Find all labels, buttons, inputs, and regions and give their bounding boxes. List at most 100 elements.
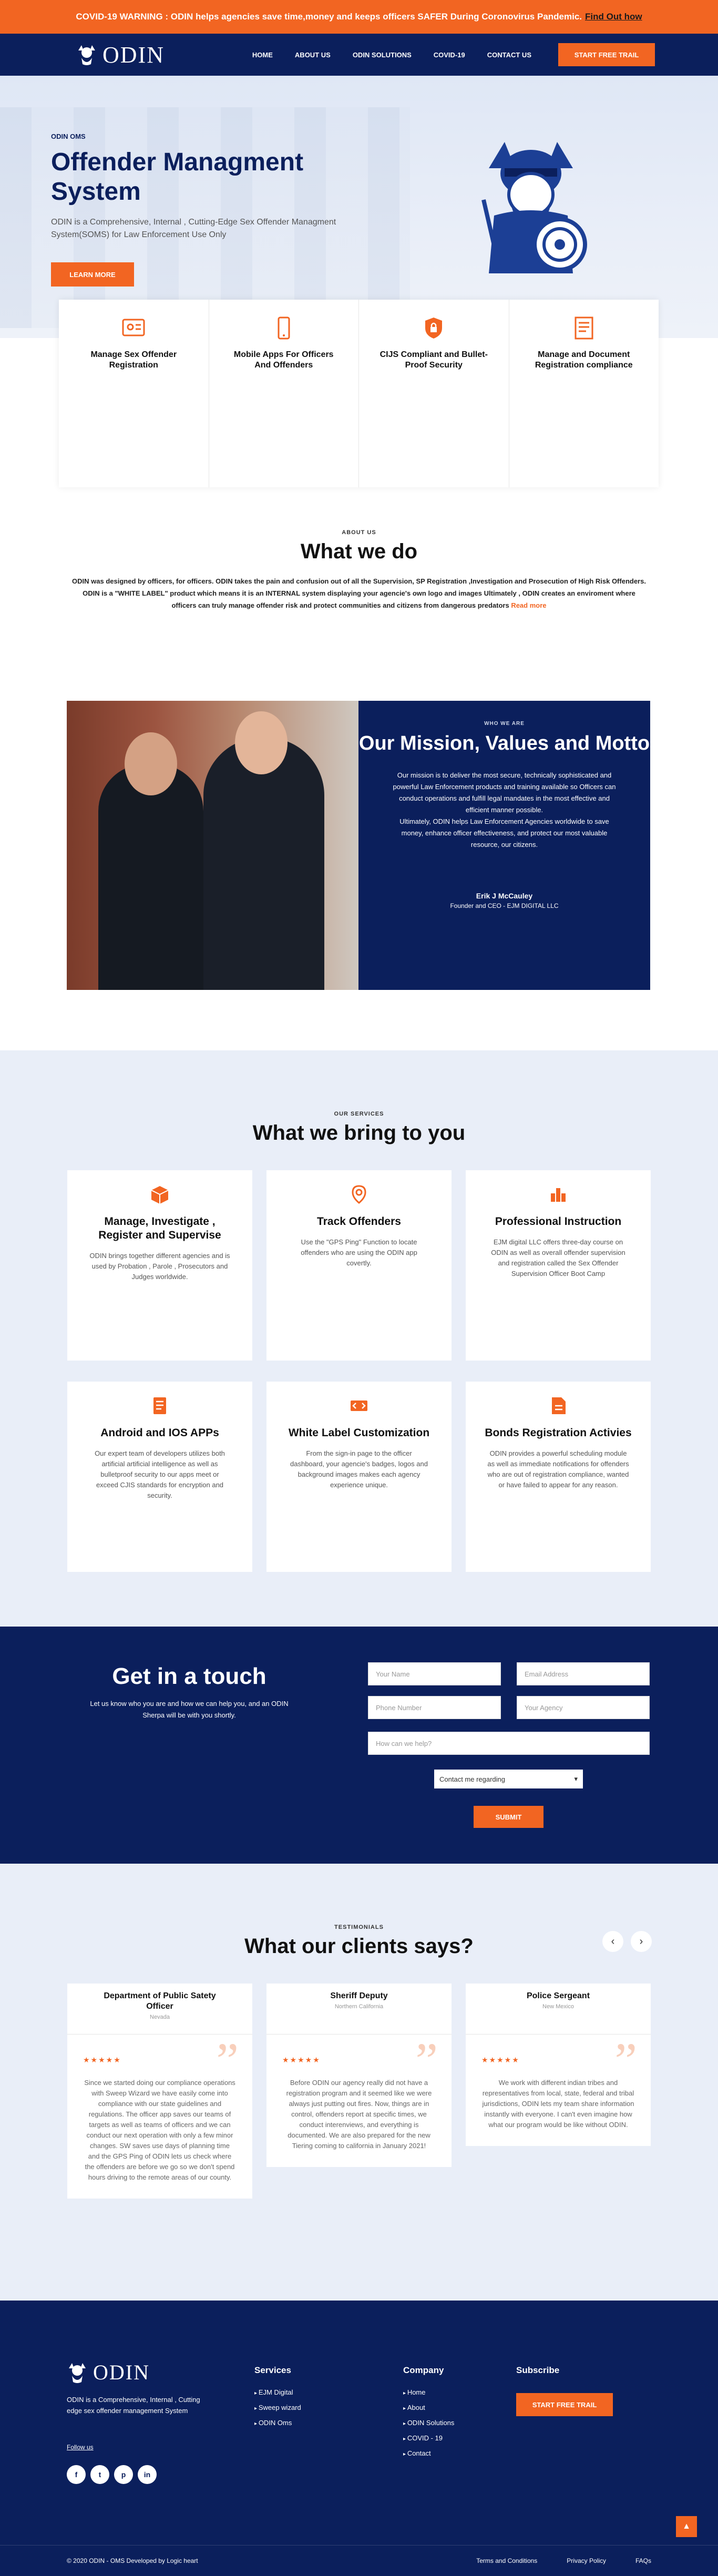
star-rating: ★★★★★ xyxy=(481,2056,520,2064)
service-title: Manage, Investigate , Register and Super… xyxy=(98,1215,221,1241)
contact-title: Get in a touch xyxy=(112,1663,266,1689)
service-card: Professional Instruction EJM digital LLC… xyxy=(466,1170,651,1361)
hero-description: ODIN is a Comprehensive, Internal , Cutt… xyxy=(51,218,336,239)
nav-about-us[interactable]: ABOUT US xyxy=(295,51,331,59)
hero-section: ODIN OMS Offender Managment System ODIN … xyxy=(0,76,718,338)
testimonial-text: Before ODIN our agency really did not ha… xyxy=(286,2079,432,2150)
registration-icon xyxy=(122,319,145,336)
mission-section: WHO WE ARE Our Mission, Values and Motto… xyxy=(67,701,650,990)
about-body: ODIN was designed by officers, for offic… xyxy=(72,577,646,609)
footer-legal-links: Terms and Conditions Privacy Policy FAQs xyxy=(476,2557,651,2564)
footer-logo[interactable]: ODIN xyxy=(67,2360,150,2385)
feature-title: Manage and Document Registration complia… xyxy=(535,350,633,370)
about-section: ABOUT US What we do ODIN was designed by… xyxy=(0,487,718,611)
nav-contact-us[interactable]: CONTACT US xyxy=(487,51,531,59)
chevron-down-icon: ▾ xyxy=(574,1775,578,1783)
footer-logo-text: ODIN xyxy=(93,2360,150,2384)
linkedin-icon[interactable]: in xyxy=(138,2465,157,2484)
submit-button[interactable]: SUBMIT xyxy=(474,1806,543,1828)
contact-reason-value: Contact me regarding xyxy=(439,1775,506,1783)
service-title: White Label Customization xyxy=(288,1427,430,1439)
odin-logo[interactable]: ODIN xyxy=(76,42,165,68)
pinterest-icon[interactable]: p xyxy=(114,2465,133,2484)
testimonial-location: Nevada xyxy=(150,2014,170,2020)
facebook-icon[interactable]: f xyxy=(67,2465,86,2484)
read-more-link[interactable]: Read more xyxy=(511,601,546,609)
security-lock-icon xyxy=(425,318,443,339)
features-strip: Manage Sex Offender Registration Mobile … xyxy=(59,300,659,487)
mobile-icon xyxy=(278,316,290,340)
nav-covid-19[interactable]: COVID-19 xyxy=(434,51,465,59)
start-free-trial-button[interactable]: START FREE TRAIL xyxy=(558,43,655,66)
footer-start-free-trial-button[interactable]: START FREE TRAIL xyxy=(516,2393,613,2416)
footer-services-title: Services xyxy=(254,2365,291,2375)
find-out-how-link[interactable]: Find Out how xyxy=(585,12,642,22)
viking-mascot-icon xyxy=(481,142,587,273)
testimonial-text: We work with different indian tribes and… xyxy=(482,2079,634,2129)
customize-icon xyxy=(351,1401,367,1411)
faqs-link[interactable]: FAQs xyxy=(635,2557,651,2564)
service-card: Track Offenders Use the "GPS Ping" Funct… xyxy=(266,1170,452,1361)
testimonial-location: New Mexico xyxy=(542,2003,574,2010)
footer-description: ODIN is a Comprehensive, Internal , Cutt… xyxy=(67,2396,200,2415)
service-title: Bonds Registration Activies xyxy=(485,1427,632,1439)
service-card: Android and IOS APPs Our expert team of … xyxy=(67,1382,252,1572)
testimonial-role: Police Sergeant xyxy=(526,1991,590,2000)
footer-link[interactable]: ODIN Oms xyxy=(254,2419,301,2427)
mission-role: Founder and CEO - EJM DIGITAL LLC xyxy=(450,902,559,909)
mission-text-1: Our mission is to deliver the most secur… xyxy=(393,771,616,814)
message-field[interactable]: How can we help? xyxy=(368,1732,650,1755)
about-title: What we do xyxy=(300,540,418,563)
service-text: From the sign-in page to the officer das… xyxy=(290,1449,428,1489)
learn-more-button[interactable]: LEARN MORE xyxy=(51,262,134,287)
footer-link[interactable]: Contact xyxy=(403,2449,454,2457)
footer-company-title: Company xyxy=(403,2365,444,2375)
feature-item: Mobile Apps For Officers And Offenders xyxy=(209,300,359,487)
feature-title: Mobile Apps For Officers And Offenders xyxy=(233,350,334,370)
services-grid: Manage, Investigate , Register and Super… xyxy=(67,1170,651,1572)
document-list-icon xyxy=(153,1397,166,1414)
feature-title: CIJS Compliant and Bullet-Proof Security xyxy=(379,350,488,370)
privacy-link[interactable]: Privacy Policy xyxy=(567,2557,606,2564)
phone-field[interactable]: Phone Number xyxy=(368,1696,501,1719)
nav-home[interactable]: HOME xyxy=(252,51,273,59)
social-links: f t p in xyxy=(67,2465,157,2484)
services-title: What we bring to you xyxy=(252,1121,466,1144)
feature-item: CIJS Compliant and Bullet-Proof Security xyxy=(359,300,509,487)
terms-link[interactable]: Terms and Conditions xyxy=(476,2557,537,2564)
next-arrow-icon[interactable]: › xyxy=(631,1931,652,1952)
mission-text: Our mission is to deliver the most secur… xyxy=(392,770,618,851)
hero-title: Offender Managment System xyxy=(51,148,304,206)
contact-subtitle: Let us know who you are and how we can h… xyxy=(90,1700,289,1719)
footer-link[interactable]: EJM Digital xyxy=(254,2388,301,2396)
feature-item: Manage and Document Registration complia… xyxy=(509,300,659,487)
twitter-icon[interactable]: t xyxy=(90,2465,109,2484)
testimonial-card: Police Sergeant New Mexico ★★★★★ ” We wo… xyxy=(466,1984,651,2146)
service-title: Professional Instruction xyxy=(495,1215,622,1228)
viking-logo-icon xyxy=(78,45,95,65)
bond-file-icon xyxy=(552,1397,566,1414)
name-field[interactable]: Your Name xyxy=(368,1662,501,1685)
footer-link[interactable]: About xyxy=(403,2404,454,2411)
footer-link[interactable]: Home xyxy=(403,2388,454,2396)
services-eyebrow: OUR SERVICES xyxy=(334,1111,384,1117)
scroll-to-top-icon[interactable]: ▲ xyxy=(676,2516,697,2537)
testimonial-card: Department of Public Satety Officer Neva… xyxy=(67,1984,252,2199)
footer-link[interactable]: COVID - 19 xyxy=(403,2434,454,2442)
agency-field[interactable]: Your Agency xyxy=(517,1696,650,1719)
nav-odin-solutions[interactable]: ODIN SOLUTIONS xyxy=(353,51,412,59)
service-card: Bonds Registration Activies ODIN provide… xyxy=(466,1382,651,1572)
email-field[interactable]: Email Address xyxy=(517,1662,650,1685)
testimonial-role: Sheriff Deputy xyxy=(330,1991,388,2000)
footer-link[interactable]: ODIN Solutions xyxy=(403,2419,455,2427)
quote-icon: ” xyxy=(216,2032,239,2089)
prev-arrow-icon[interactable]: ‹ xyxy=(602,1931,623,1952)
about-eyebrow: ABOUT US xyxy=(342,529,376,536)
footer-link[interactable]: Sweep wizard xyxy=(254,2404,301,2411)
mission-title: Our Mission, Values and Motto xyxy=(358,732,650,754)
star-rating: ★★★★★ xyxy=(83,2056,121,2064)
testimonials-section: TESTIMONIALS What our clients says? ‹ › … xyxy=(0,1864,718,2301)
main-navbar: ODIN HOME ABOUT US ODIN SOLUTIONS COVID-… xyxy=(0,34,718,76)
contact-reason-select[interactable]: Contact me regarding ▾ xyxy=(434,1770,583,1788)
footer-subscribe-title: Subscribe xyxy=(516,2365,560,2375)
